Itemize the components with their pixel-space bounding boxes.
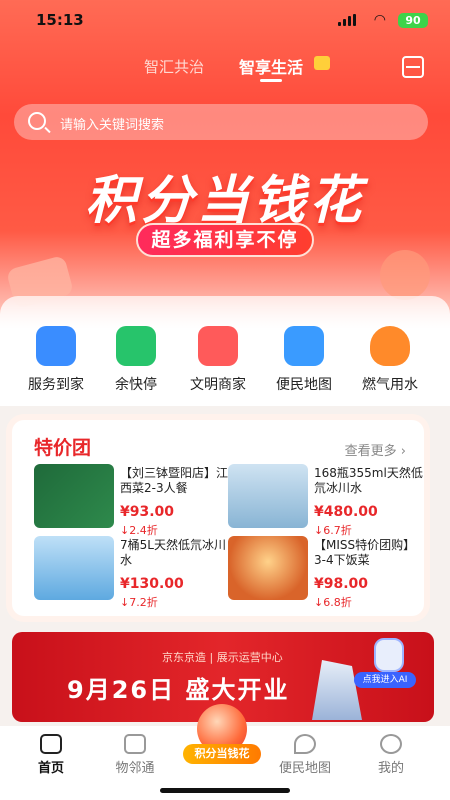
hero-title: 积分当钱花 (84, 171, 365, 231)
status-bar: 15:13 ◠ 90 (0, 0, 450, 40)
deal-title: 特价团 (34, 437, 92, 459)
nav-home[interactable]: 首页 (16, 734, 86, 776)
search-placeholder: 请输入关键词搜索 (60, 118, 165, 133)
category-label: 便民地图 (276, 377, 332, 393)
view-more-link[interactable]: 查看更多 › (345, 440, 406, 459)
tab-zhixiang[interactable]: 智享生活 (239, 54, 303, 78)
status-time: 15:13 (36, 11, 84, 29)
category-item[interactable]: 文明商家 (176, 326, 260, 394)
deal-price: ¥480.00 (314, 504, 378, 520)
category-label: 余快停 (115, 377, 157, 393)
points-center-label: 积分当钱花 (183, 744, 261, 764)
points-center-button[interactable]: 积分当钱花 (183, 704, 263, 764)
search-icon (28, 112, 46, 130)
category-label: 燃气用水 (362, 377, 418, 393)
deal-name: 168瓶355ml天然低氘冰川水 (314, 466, 423, 495)
deal-item[interactable]: 168瓶355ml天然低氘冰川水 ¥480.00 ↓6.7折 (228, 464, 428, 537)
banner-headline: 9月26日 盛大开业 (67, 676, 290, 704)
map-pin-icon (294, 734, 316, 754)
flame-icon (370, 326, 410, 366)
deal-discount: ↓7.2折 (120, 596, 158, 609)
top-tabs: 智汇共治 智享生活 (0, 52, 450, 82)
deal-thumbnail (34, 464, 114, 528)
deal-price: ¥93.00 (120, 504, 175, 520)
nav-map[interactable]: 便民地图 (270, 734, 340, 776)
house-icon (36, 326, 76, 366)
wifi-icon: ◠ (373, 12, 386, 28)
category-item[interactable]: 余快停 (94, 326, 178, 394)
deal-discount: ↓6.8折 (314, 596, 352, 609)
battery-icon: 90 (398, 13, 428, 28)
building-image (312, 660, 362, 720)
deal-thumbnail (34, 536, 114, 600)
deal-item[interactable]: 7桶5L天然低氘冰川水 ¥130.00 ↓7.2折 (34, 536, 234, 609)
map-icon (284, 326, 324, 366)
search-bar[interactable]: 请输入关键词搜索 (14, 104, 428, 140)
deal-price: ¥130.00 (120, 576, 184, 592)
nav-label: 首页 (37, 761, 64, 776)
deal-item[interactable]: 【MISS特价团购】3-4下饭菜 ¥98.00 ↓6.8折 (228, 536, 428, 609)
scan-icon[interactable] (402, 56, 424, 78)
category-item[interactable]: 便民地图 (262, 326, 346, 394)
gift-icon (314, 56, 330, 70)
nav-profile[interactable]: 我的 (356, 734, 426, 776)
robot-icon (374, 638, 404, 672)
car-icon (116, 326, 156, 366)
nav-label: 我的 (377, 761, 404, 776)
category-grid: 服务到家 余快停 文明商家 便民地图 燃气用水 (0, 296, 450, 406)
category-label: 服务到家 (28, 377, 84, 393)
signal-icon (338, 14, 356, 26)
category-item[interactable]: 燃气用水 (348, 326, 432, 394)
hero-pill[interactable]: 超多福利享不停 (136, 223, 314, 257)
tab-underline (260, 79, 282, 82)
nav-label: 物邻通 (115, 761, 155, 776)
deal-name: 【刘三钵暨阳店】江西菜2-3人餐 (120, 466, 229, 495)
home-indicator (160, 788, 290, 793)
deal-thumbnail (228, 536, 308, 600)
deal-price: ¥98.00 (314, 576, 369, 592)
category-label: 文明商家 (190, 377, 246, 393)
nav-neighbor[interactable]: 物邻通 (100, 734, 170, 776)
deal-item[interactable]: 【刘三钵暨阳店】江西菜2-3人餐 ¥93.00 ↓2.4折 (34, 464, 234, 537)
banner-subtitle: 京东京造 | 展示运营中心 (162, 651, 283, 664)
shop-icon (198, 326, 238, 366)
building-icon (124, 734, 146, 754)
deal-name: 7桶5L天然低氘冰川水 (120, 538, 226, 567)
deal-section: 特价团 查看更多 › 【刘三钵暨阳店】江西菜2-3人餐 ¥93.00 ↓2.4折… (12, 420, 424, 616)
user-icon (380, 734, 402, 754)
ai-entry-button[interactable]: 点我进入AI (354, 672, 416, 688)
decoration (380, 250, 430, 300)
deal-thumbnail (228, 464, 308, 528)
tab-zhihui[interactable]: 智汇共治 (144, 56, 204, 77)
view-more-label: 查看更多 (344, 444, 397, 459)
category-item[interactable]: 服务到家 (14, 326, 98, 394)
home-icon (40, 734, 62, 754)
nav-label: 便民地图 (278, 761, 331, 776)
deal-name: 【MISS特价团购】3-4下饭菜 (314, 538, 416, 567)
